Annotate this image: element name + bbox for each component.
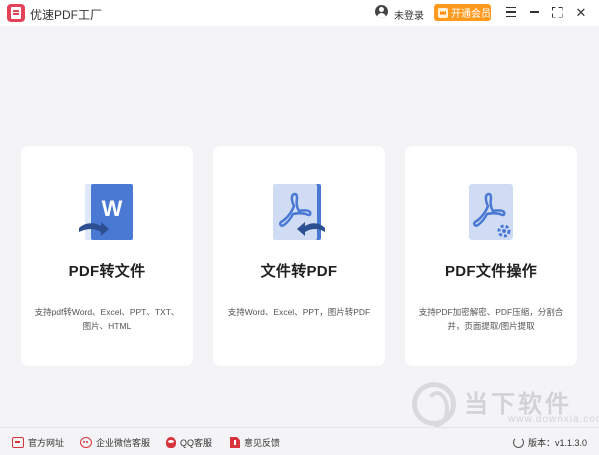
version-info[interactable]: 版本：v1.1.3.0 (512, 436, 587, 449)
app-logo-icon (7, 4, 25, 22)
card-description: 支持Word、Excel、PPT，图片转PDF (227, 307, 371, 317)
watermark-logo-icon (412, 382, 456, 427)
app-title: 优速PDF工厂 (30, 8, 103, 22)
login-status[interactable]: 未登录 (394, 7, 424, 22)
card-pdf-to-file[interactable]: W PDF转文件 支持pdf转Word、Excel、PPT、TXT、图片、HTM… (21, 146, 193, 366)
card-pdf-operations[interactable]: PDF文件操作 支持PDF加密解密、PDF压缩，分割合并，页面提取/图片提取 (405, 146, 577, 366)
footer-link-qq[interactable]: QQ客服 (166, 436, 212, 449)
card-title: PDF转文件 (68, 263, 146, 280)
menu-icon[interactable] (503, 4, 519, 20)
crown-icon (438, 7, 448, 18)
footer-bar: 官方网址 企业微信客服 QQ客服 意见反馈 版本：v1.1.3.0 (0, 427, 599, 455)
footer-link-label: QQ客服 (180, 438, 213, 448)
watermark-url: www.downxia.com (508, 414, 599, 425)
qq-icon (166, 437, 176, 448)
open-vip-button[interactable]: 开通会员 (434, 4, 491, 21)
footer-link-label: 意见反馈 (244, 438, 281, 448)
footer-link-label: 官方网址 (28, 438, 65, 448)
card-description: 支持PDF加密解密、PDF压缩，分割合并，页面提取/图片提取 (418, 307, 564, 331)
title-bar: 优速PDF工厂 未登录 开通会员 ✕ (0, 0, 599, 26)
card-title: 文件转PDF (260, 263, 338, 280)
open-vip-label: 开通会员 (451, 9, 491, 20)
pdf-document-icon (273, 184, 325, 240)
footer-link-wechat[interactable]: 企业微信客服 (80, 436, 150, 449)
footer-link-website[interactable]: 官方网址 (12, 436, 64, 449)
card-description: 支持pdf转Word、Excel、PPT、TXT、图片、HTML (34, 307, 180, 331)
card-title: PDF文件操作 (444, 263, 538, 280)
website-icon (12, 437, 24, 448)
maximize-icon[interactable] (549, 4, 565, 20)
feedback-icon (230, 437, 240, 448)
version-label: 版本：v1.1.3.0 (527, 438, 587, 448)
watermark: 当下软件园 www.downxia.com (412, 380, 599, 453)
close-icon[interactable]: ✕ (573, 4, 589, 20)
refresh-icon (512, 437, 524, 448)
word-document-icon: W (79, 184, 133, 240)
card-file-to-pdf[interactable]: 文件转PDF 支持Word、Excel、PPT，图片转PDF (213, 146, 385, 366)
svg-text:W: W (102, 196, 123, 221)
pdf-settings-icon (469, 184, 513, 240)
footer-link-label: 企业微信客服 (96, 438, 151, 448)
wechat-icon (80, 437, 92, 448)
user-icon[interactable] (375, 5, 388, 18)
minimize-icon[interactable] (526, 4, 542, 20)
footer-link-feedback[interactable]: 意见反馈 (230, 436, 280, 449)
